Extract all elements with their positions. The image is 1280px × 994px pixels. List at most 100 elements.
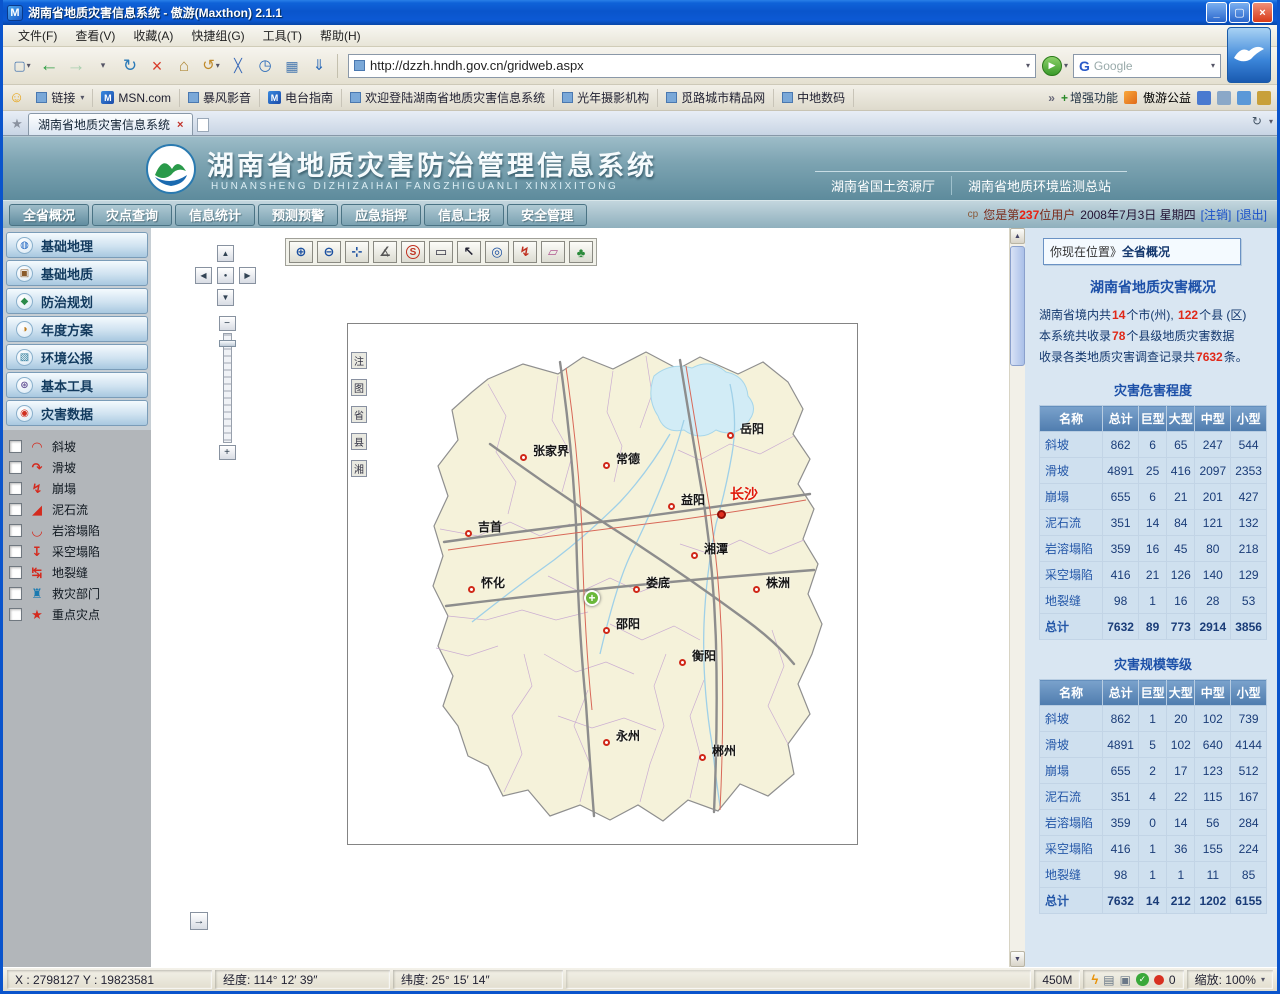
go-dropdown-icon[interactable]: ▾ [1064, 61, 1068, 70]
charity-label[interactable]: 傲游公益 [1143, 89, 1191, 106]
new-page-button[interactable]: ▢▾ [9, 52, 35, 80]
zoom-out-tool[interactable]: ⊖ [317, 241, 341, 263]
nav-tab-5[interactable]: 信息上报 [424, 204, 504, 226]
sidebar-button[interactable]: ▣基础地质 [6, 260, 148, 286]
legend-checkbox[interactable] [9, 482, 22, 495]
nav-tab-6[interactable]: 安全管理 [507, 204, 587, 226]
link-item[interactable]: 欢迎登陆湖南省地质灾害信息系统 [342, 89, 554, 107]
menu-item[interactable]: 文件(F) [9, 24, 66, 47]
zoom-in-button[interactable]: + [219, 445, 236, 460]
close-button[interactable]: × [1252, 2, 1273, 23]
row-name-cell[interactable]: 总计 [1040, 614, 1103, 640]
links-overflow-icon[interactable]: » [1048, 91, 1055, 105]
pan-center-button[interactable]: ● [217, 267, 234, 284]
measure-tool[interactable]: ∡ [373, 241, 397, 263]
minimize-button[interactable]: _ [1206, 2, 1227, 23]
row-name-cell[interactable]: 滑坡 [1040, 732, 1103, 758]
zoom-slider-thumb[interactable] [219, 340, 236, 347]
gps-position-marker[interactable]: + [584, 590, 600, 606]
tab-close-icon[interactable]: × [177, 119, 183, 131]
refresh-tabs-icon[interactable]: ↻ [1252, 114, 1262, 128]
legend-checkbox[interactable] [9, 545, 22, 558]
trophy-icon[interactable] [1257, 91, 1271, 105]
sidebar-button[interactable]: ▧环境公报 [6, 344, 148, 370]
title-bar[interactable]: M 湖南省地质灾害信息系统 - 傲游(Maxthon) 2.1.1 _ ▢ × [3, 0, 1277, 25]
link-land-resources-dept[interactable]: 湖南省国土资源厅 [815, 176, 951, 195]
scroll-up-icon[interactable]: ▲ [1010, 228, 1025, 244]
pan-right-button[interactable]: ▶ [239, 267, 256, 284]
row-name-cell[interactable]: 崩塌 [1040, 484, 1103, 510]
address-input[interactable]: http://dzzh.hndh.gov.cn/gridweb.aspx [365, 58, 1025, 73]
full-extent-tool[interactable]: S [401, 241, 425, 263]
row-name-cell[interactable]: 泥石流 [1040, 784, 1103, 810]
favorites-star-icon[interactable]: ★ [6, 114, 28, 134]
exit-link[interactable]: [退出] [1236, 206, 1267, 223]
scroll-track[interactable] [1010, 244, 1025, 951]
home-button[interactable]: ⌂ [171, 52, 197, 80]
charity-icon[interactable] [1124, 91, 1137, 104]
identify-tool[interactable]: ◎ [485, 241, 509, 263]
lightning-icon[interactable]: ϟ [1091, 972, 1098, 987]
undo-button[interactable]: ↺▾ [198, 52, 224, 80]
menu-item[interactable]: 收藏(A) [124, 24, 182, 47]
tab-list-caret-icon[interactable]: ▾ [1269, 117, 1273, 126]
row-name-cell[interactable]: 采空塌陷 [1040, 562, 1103, 588]
menu-item[interactable]: 工具(T) [254, 24, 311, 47]
sidebar-button[interactable]: ⊛基本工具 [6, 372, 148, 398]
nav-tab-4[interactable]: 应急指挥 [341, 204, 421, 226]
address-dropdown-icon[interactable]: ▾ [1026, 61, 1030, 70]
scroll-thumb[interactable] [1010, 246, 1025, 366]
zoom-caret-icon[interactable]: ▾ [1261, 975, 1265, 984]
chat-icon[interactable] [1237, 91, 1251, 105]
sidebar-button[interactable]: ◆防治规划 [6, 288, 148, 314]
back-button[interactable]: ← [36, 52, 62, 80]
nav-tab-3[interactable]: 预测预警 [258, 204, 338, 226]
map-area[interactable]: ▲ ◀ ● ▶ ▼ − + ⊕⊖⊹∡S▭↖◎↯▱♣ 注图省县湘 [151, 228, 1009, 967]
security-shield-icon[interactable]: ✓ [1136, 973, 1149, 986]
stop-button[interactable]: × [144, 52, 170, 80]
sidebar-button[interactable]: ◉灾害数据 [6, 400, 148, 426]
id-card-icon[interactable] [1197, 91, 1211, 105]
search-input[interactable]: Google [1094, 59, 1206, 73]
layer-button-2[interactable]: 省 [351, 406, 367, 423]
map-box[interactable]: + 张家界常德岳阳益阳长沙吉首湘潭怀化娄底株洲邵阳衡阳永州郴州 [347, 323, 858, 845]
sidebar-button[interactable]: ◍基础地理 [6, 232, 148, 258]
history-button[interactable]: ◷ [252, 52, 278, 80]
scroll-down-icon[interactable]: ▼ [1010, 951, 1025, 967]
row-name-cell[interactable]: 滑坡 [1040, 458, 1103, 484]
zoom-slider[interactable] [223, 333, 232, 443]
link-geo-env-monitoring-station[interactable]: 湖南省地质环境监测总站 [951, 176, 1127, 195]
menu-item[interactable]: 快捷组(G) [182, 24, 253, 47]
layer-button-1[interactable]: 图 [351, 379, 367, 396]
row-name-cell[interactable]: 斜坡 [1040, 432, 1103, 458]
rect-select-tool[interactable]: ▭ [429, 241, 453, 263]
row-name-cell[interactable]: 地裂缝 [1040, 588, 1103, 614]
link-item[interactable]: MMSN.com [93, 89, 180, 107]
layer-button-0[interactable]: 注 [351, 352, 367, 369]
grid-panel-icon[interactable] [1217, 91, 1231, 105]
row-name-cell[interactable]: 总计 [1040, 888, 1103, 914]
link-item[interactable]: 暴风影音 [180, 89, 260, 107]
legend-checkbox[interactable] [9, 524, 22, 537]
link-item[interactable]: 光年摄影机构 [554, 89, 658, 107]
restore-button[interactable]: ▢ [1229, 2, 1250, 23]
row-name-cell[interactable]: 岩溶塌陷 [1040, 810, 1103, 836]
search-box[interactable]: G Google ▾ [1073, 54, 1221, 78]
folder-icon[interactable]: ▣ [1120, 973, 1131, 987]
pointer-select-tool[interactable]: ↖ [457, 241, 481, 263]
history-caret-button[interactable]: ▾ [90, 52, 116, 80]
forward-button[interactable]: → [63, 52, 89, 80]
link-item[interactable]: 觅路城市精品网 [658, 89, 774, 107]
row-name-cell[interactable]: 岩溶塌陷 [1040, 536, 1103, 562]
logout-link[interactable]: [注销] [1201, 206, 1232, 223]
breadcrumb-current[interactable]: 全省概况 [1122, 245, 1170, 259]
legend-checkbox[interactable] [9, 608, 22, 621]
active-tab[interactable]: 湖南省地质灾害信息系统 × [28, 113, 193, 135]
pan-up-button[interactable]: ▲ [217, 245, 234, 262]
row-name-cell[interactable]: 地裂缝 [1040, 862, 1103, 888]
go-button[interactable]: ▶ [1042, 56, 1062, 76]
link-item[interactable]: 中地数码 [774, 89, 854, 107]
legend-checkbox[interactable] [9, 566, 22, 579]
legend-checkbox[interactable] [9, 461, 22, 474]
download-button[interactable]: ⇓ [306, 52, 332, 80]
